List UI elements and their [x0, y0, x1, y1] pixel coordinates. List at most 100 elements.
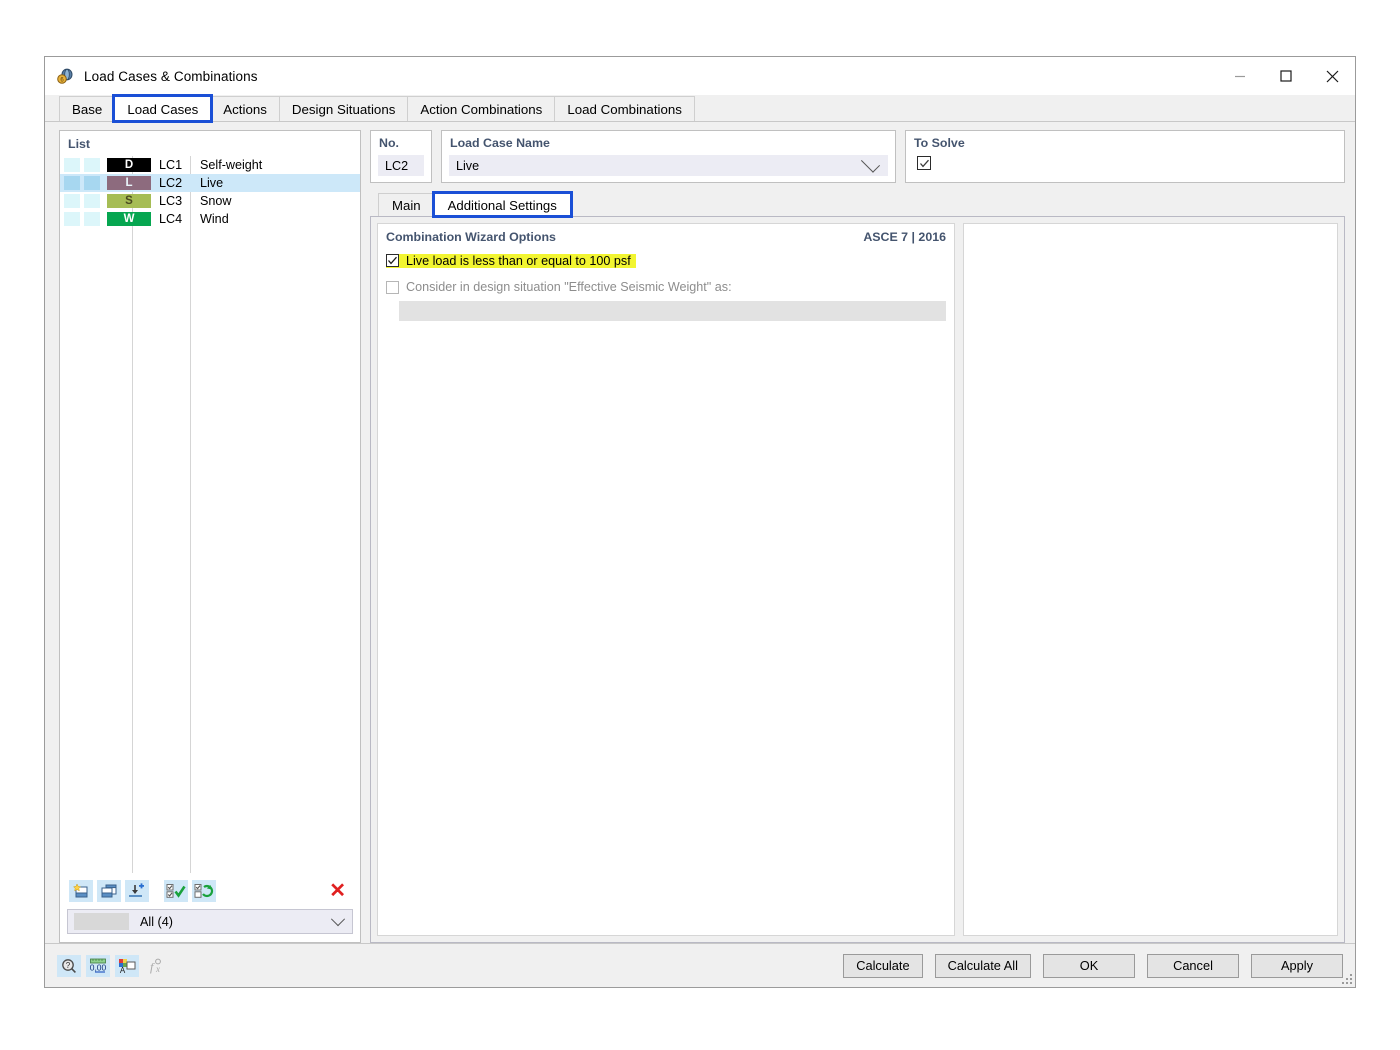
tab-base[interactable]: Base: [59, 96, 116, 121]
live-load-option-label: Live load is less than or equal to 100 p…: [406, 253, 631, 268]
main-tab-strip: Base Load Cases Actions Design Situation…: [45, 94, 1355, 123]
screen-root: 6 Load Cases & Combinations Base Load Ca…: [0, 0, 1400, 1050]
help-magnifier-icon[interactable]: ?: [57, 954, 81, 977]
list-item[interactable]: L LC2 Live: [60, 174, 360, 192]
copy-load-case-icon[interactable]: [97, 880, 121, 902]
combination-wizard-title: Combination Wizard Options: [386, 230, 556, 244]
standard-label: ASCE 7 | 2016: [863, 230, 946, 244]
svg-text:f: f: [150, 960, 155, 974]
maximize-icon[interactable]: [1263, 57, 1309, 95]
list-toolbar: ✕: [60, 873, 360, 909]
close-icon[interactable]: [1309, 57, 1355, 95]
list-item[interactable]: S LC3 Snow: [60, 192, 360, 210]
calculate-button[interactable]: Calculate: [843, 953, 923, 978]
to-solve-field: To Solve: [905, 130, 1345, 183]
color-swatch: [64, 194, 80, 208]
list-filter-dropdown[interactable]: All (4): [67, 909, 353, 934]
window-titlebar: 6 Load Cases & Combinations: [45, 57, 1355, 95]
color-swatch: [64, 212, 80, 226]
settings-panel: Combination Wizard Options ASCE 7 | 2016: [370, 216, 1345, 943]
load-case-no: LC4: [159, 212, 183, 226]
ok-button[interactable]: OK: [1043, 953, 1135, 978]
combination-wizard-options: Combination Wizard Options ASCE 7 | 2016: [377, 223, 955, 936]
settings-section: Main Additional Settings Combination Wiz…: [370, 191, 1345, 943]
window-controls: [1217, 57, 1355, 95]
tab-action-combinations[interactable]: Action Combinations: [407, 96, 556, 121]
seismic-weight-option-row[interactable]: Consider in design situation "Effective …: [386, 280, 946, 294]
minimize-icon[interactable]: [1217, 57, 1263, 95]
import-load-case-icon[interactable]: [125, 880, 149, 902]
no-label: No.: [379, 136, 399, 150]
svg-text:x: x: [155, 964, 160, 974]
color-swatch: [64, 158, 80, 172]
footer-buttons: Calculate Calculate All OK Cancel Apply: [843, 953, 1343, 978]
settings-side-panel: [963, 223, 1338, 936]
tab-load-combinations[interactable]: Load Combinations: [554, 96, 695, 121]
load-case-name: Live: [200, 176, 224, 190]
new-load-case-icon[interactable]: [69, 880, 93, 902]
live-load-checkbox[interactable]: [386, 254, 399, 267]
load-case-no: LC2: [159, 176, 183, 190]
column-separator: [190, 156, 191, 873]
invert-selection-icon[interactable]: [192, 880, 216, 902]
no-input[interactable]: LC2: [378, 155, 424, 176]
load-type-badge: W: [107, 212, 151, 226]
settings-tab-strip: Main Additional Settings: [370, 191, 1345, 218]
font-color-icon[interactable]: A: [115, 954, 139, 977]
color-swatch: [84, 176, 100, 190]
load-case-name: Wind: [200, 212, 229, 226]
load-case-name-input[interactable]: Live: [449, 153, 888, 176]
top-fields: No. LC2 Load Case Name Live To Solve: [370, 130, 1345, 183]
load-case-name-label: Load Case Name: [450, 136, 550, 150]
load-case-icon: 6: [56, 67, 74, 85]
load-case-list[interactable]: D LC1 Self-weight L LC2 Live S LC3 Snow …: [60, 156, 360, 873]
color-swatch: [84, 212, 100, 226]
load-case-list-panel: List D LC1 Self-weight L LC2 Live S LC3 …: [59, 130, 361, 943]
tab-actions[interactable]: Actions: [210, 96, 280, 121]
color-swatch: [84, 194, 100, 208]
dialog-body: List D LC1 Self-weight L LC2 Live S LC3 …: [45, 122, 1355, 943]
no-value: LC2: [385, 158, 409, 173]
tab-load-cases[interactable]: Load Cases: [112, 94, 214, 123]
apply-button[interactable]: Apply: [1251, 953, 1343, 978]
load-type-badge: S: [107, 194, 151, 208]
formula-icon: f x: [144, 955, 168, 977]
resize-grip[interactable]: [1341, 973, 1352, 984]
window-title: Load Cases & Combinations: [84, 68, 258, 84]
list-filter-label: All (4): [140, 914, 173, 929]
detail-pane: No. LC2 Load Case Name Live To Solve Mai…: [370, 130, 1345, 943]
seismic-weight-checkbox[interactable]: [386, 280, 399, 294]
svg-text:0,00: 0,00: [90, 962, 107, 972]
color-swatch: [84, 158, 100, 172]
numeric-format-icon[interactable]: 0,00: [86, 954, 110, 977]
live-load-option-row[interactable]: Live load is less than or equal to 100 p…: [386, 253, 636, 268]
svg-text:?: ?: [66, 961, 71, 970]
combination-wizard-header: Combination Wizard Options ASCE 7 | 2016: [386, 230, 946, 244]
load-cases-window: 6 Load Cases & Combinations Base Load Ca…: [44, 56, 1356, 988]
delete-load-case-icon[interactable]: ✕: [329, 881, 346, 901]
to-solve-checkbox[interactable]: [917, 156, 931, 170]
load-case-name: Snow: [200, 194, 232, 208]
calculate-all-button[interactable]: Calculate All: [934, 953, 1031, 978]
color-swatch: [64, 176, 80, 190]
tab-design-situations[interactable]: Design Situations: [278, 96, 409, 121]
list-header: List: [68, 137, 91, 151]
chevron-down-icon: [330, 911, 346, 926]
check-icon: [919, 159, 929, 167]
load-case-no: LC1: [159, 158, 183, 172]
cancel-button[interactable]: Cancel: [1147, 953, 1239, 978]
tab-additional-settings[interactable]: Additional Settings: [431, 191, 573, 218]
load-case-name-field: Load Case Name Live: [441, 130, 896, 183]
load-type-badge: L: [107, 176, 151, 190]
chevron-down-icon[interactable]: [860, 153, 881, 173]
seismic-weight-option-label: Consider in design situation "Effective …: [406, 280, 732, 294]
svg-text:A: A: [120, 966, 126, 974]
load-case-no-field: No. LC2: [370, 130, 432, 183]
select-all-icon[interactable]: [164, 880, 188, 902]
tab-main[interactable]: Main: [378, 193, 435, 216]
load-case-name-value: Live: [456, 158, 480, 173]
list-item[interactable]: W LC4 Wind: [60, 210, 360, 228]
load-type-badge: D: [107, 158, 151, 172]
dialog-footer: ? 0,00 A f x Calculate Calculate All OK …: [45, 943, 1355, 987]
list-item[interactable]: D LC1 Self-weight: [60, 156, 360, 174]
